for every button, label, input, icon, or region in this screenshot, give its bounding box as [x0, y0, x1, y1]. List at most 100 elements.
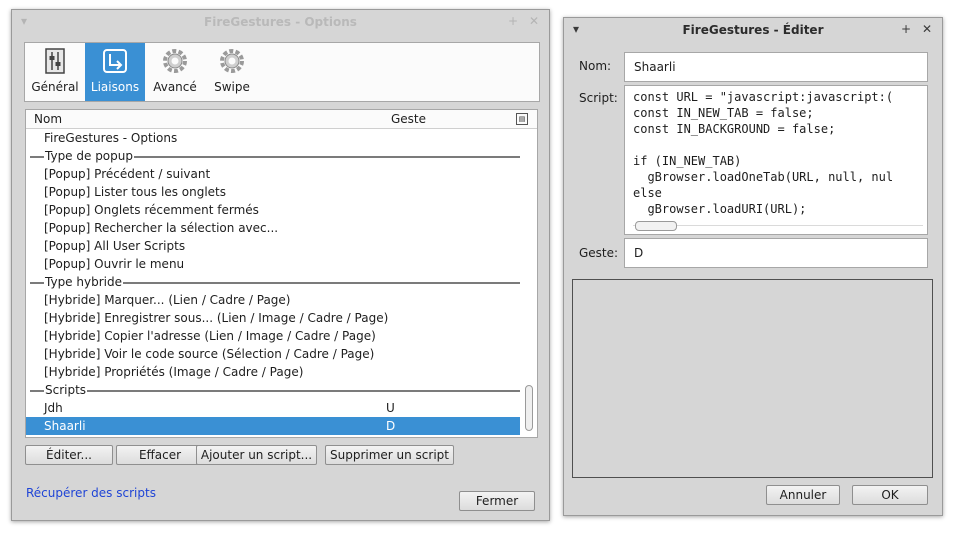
group-label: Scripts: [44, 381, 88, 399]
gesture-value: D: [634, 246, 644, 260]
tree-row[interactable]: Shaarli D: [26, 417, 520, 435]
tree-row[interactable]: [Popup] Rechercher la sélection avec...: [26, 219, 520, 237]
row-name: [Popup] Lister tous les onglets: [44, 185, 227, 199]
column-name-header[interactable]: Nom: [34, 112, 62, 126]
row-name: [Popup] Rechercher la sélection avec...: [44, 221, 279, 235]
category-toolbar: Général Liaisons Avancé Swipe: [24, 42, 540, 102]
row-name: FireGestures - Options: [44, 131, 178, 145]
code-line: const IN_BACKGROUND = false;: [633, 122, 836, 136]
group-label: Type de popup: [44, 147, 134, 165]
tree-rows: FireGestures - Options Type de popup [Popu…: [26, 129, 520, 435]
row-name: [Popup] Précédent / suivant: [44, 167, 211, 181]
add-script-button[interactable]: Ajouter un script...: [196, 445, 317, 465]
tree-row[interactable]: [Popup] Précédent / suivant: [26, 165, 520, 183]
tree-header: Nom Geste ▤: [26, 110, 537, 129]
tree-row[interactable]: Jdh U: [26, 399, 520, 417]
tab-advanced[interactable]: Avancé: [145, 43, 205, 101]
group-separator-line: [134, 156, 520, 158]
editor-window-title: FireGestures - Éditer: [682, 23, 824, 37]
edit-button[interactable]: Éditer...: [25, 445, 113, 465]
name-value: Shaarli: [634, 60, 676, 74]
close-button[interactable]: Fermer: [459, 491, 535, 511]
tree-row[interactable]: FireGestures - Options: [26, 129, 520, 147]
bindings-icon: [103, 49, 127, 73]
name-field[interactable]: Shaarli: [624, 52, 928, 82]
column-gesture-header[interactable]: Geste: [391, 112, 426, 126]
minimize-icon[interactable]: +: [901, 22, 911, 36]
options-window: ▾ FireGestures - Options + ✕ Général Lia…: [11, 9, 550, 521]
tree-row[interactable]: [Hybride] Voir le code source (Sélection…: [26, 345, 520, 363]
row-name: [Hybride] Voir le code source (Sélection…: [44, 347, 375, 361]
close-icon[interactable]: ✕: [922, 22, 932, 36]
gesture-label: Geste:: [579, 246, 619, 260]
minimize-icon[interactable]: +: [508, 14, 518, 28]
remove-script-button[interactable]: Supprimer un script: [325, 445, 454, 465]
tree-row[interactable]: [Hybride] Propriétés (Image / Cadre / Pa…: [26, 363, 520, 381]
vertical-scrollbar[interactable]: [523, 129, 535, 435]
script-code: const URL = "javascript:javascript:( cons…: [633, 89, 923, 218]
row-name: [Popup] Onglets récemment fermés: [44, 203, 259, 217]
tree-row[interactable]: [Popup] Onglets récemment fermés: [26, 201, 520, 219]
code-line: if (IN_NEW_TAB): [633, 154, 742, 168]
ok-button[interactable]: OK: [852, 485, 928, 505]
row-name: [Popup] Ouvrir le menu: [44, 257, 185, 271]
script-editor[interactable]: const URL = "javascript:javascript:( cons…: [624, 85, 928, 235]
options-window-title: FireGestures - Options: [204, 15, 357, 29]
column-picker-icon[interactable]: ▤: [516, 113, 528, 125]
editor-window: ▾ FireGestures - Éditer + ✕ Nom: Shaarli…: [563, 17, 943, 516]
horizontal-scrollbar[interactable]: [633, 221, 923, 231]
row-name: [Hybride] Propriétés (Image / Cadre / Pa…: [44, 365, 304, 379]
gesture-preview-area[interactable]: [572, 279, 933, 478]
name-label: Nom:: [579, 59, 612, 73]
cancel-button[interactable]: Annuler: [766, 485, 840, 505]
row-gesture: U: [386, 401, 395, 415]
tree-row[interactable]: [Hybride] Enregistrer sous... (Lien / Im…: [26, 309, 520, 327]
row-name: [Hybride] Enregistrer sous... (Lien / Im…: [44, 311, 389, 325]
get-scripts-link[interactable]: Récupérer des scripts: [26, 486, 156, 500]
general-settings-icon: [45, 48, 65, 74]
scrollbar-thumb[interactable]: [525, 385, 533, 431]
gesture-field[interactable]: D: [624, 238, 928, 268]
tree-row[interactable]: [Popup] Ouvrir le menu: [26, 255, 520, 273]
tree-row[interactable]: [Hybride] Marquer... (Lien / Cadre / Pag…: [26, 291, 520, 309]
group-separator-line: [30, 390, 44, 392]
code-line: else: [633, 186, 662, 200]
tab-general-label: Général: [31, 80, 79, 94]
code-line: gBrowser.loadOneTab(URL, null, nul: [633, 170, 894, 184]
row-name: [Popup] All User Scripts: [44, 239, 186, 253]
tab-general[interactable]: Général: [25, 43, 85, 101]
row-name: [Hybride] Marquer... (Lien / Cadre / Pag…: [44, 293, 291, 307]
tab-bindings[interactable]: Liaisons: [85, 43, 145, 101]
group-separator-line: [123, 282, 520, 284]
group-label: Type hybride: [44, 273, 123, 291]
tree-group-row[interactable]: Type hybride: [26, 273, 520, 291]
tree-group-row[interactable]: Scripts: [26, 381, 520, 399]
group-separator-line: [30, 282, 44, 284]
group-separator-line: [87, 390, 520, 392]
group-separator-line: [30, 156, 44, 158]
row-name: [Hybride] Copier l'adresse (Lien / Image…: [44, 329, 376, 343]
tab-bindings-label: Liaisons: [90, 80, 140, 94]
tree-row[interactable]: [Popup] All User Scripts: [26, 237, 520, 255]
row-name: Jdh: [44, 401, 63, 415]
scrollbar-thumb[interactable]: [635, 221, 677, 231]
delete-button[interactable]: Effacer: [116, 445, 204, 465]
code-line: const IN_NEW_TAB = false;: [633, 106, 814, 120]
tree-group-row[interactable]: Type de popup: [26, 147, 520, 165]
close-icon[interactable]: ✕: [529, 14, 539, 28]
tab-swipe[interactable]: Swipe: [202, 43, 262, 101]
editor-titlebar: ▾ FireGestures - Éditer + ✕: [564, 18, 942, 42]
tree-row[interactable]: [Hybride] Copier l'adresse (Lien / Image…: [26, 327, 520, 345]
tab-swipe-label: Swipe: [214, 80, 250, 94]
row-name: Shaarli: [44, 419, 86, 433]
options-titlebar: ▾ FireGestures - Options + ✕: [12, 10, 549, 34]
code-line: const URL = "javascript:javascript:(: [633, 90, 894, 104]
script-label: Script:: [579, 91, 618, 105]
code-line: gBrowser.loadURI(URL);: [633, 202, 807, 216]
gear-icon: [220, 49, 244, 73]
gesture-tree[interactable]: Nom Geste ▤ FireGestures - Options Type d…: [25, 109, 538, 438]
tree-row[interactable]: [Popup] Lister tous les onglets: [26, 183, 520, 201]
row-gesture: D: [386, 419, 396, 433]
tab-advanced-label: Avancé: [153, 80, 197, 94]
